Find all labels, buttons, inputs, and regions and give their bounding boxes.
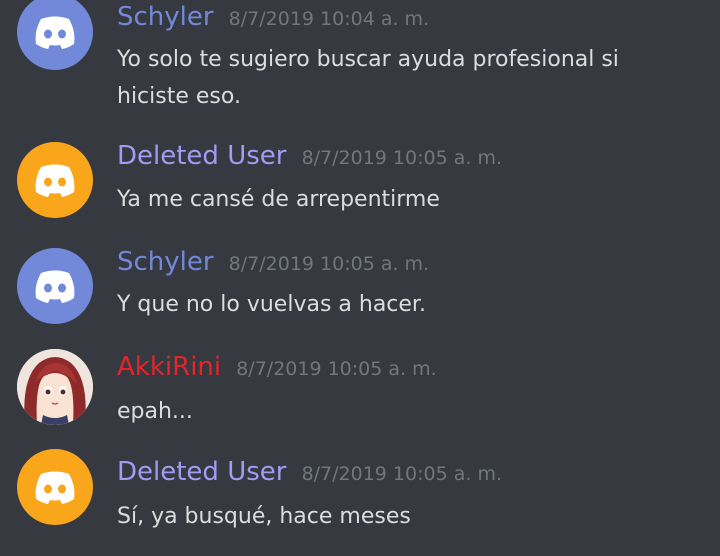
username[interactable]: Schyler xyxy=(117,247,214,277)
avatar[interactable] xyxy=(17,142,93,218)
timestamp: 8/7/2019 10:05 a. m. xyxy=(301,147,502,169)
message-header: Deleted User 8/7/2019 10:05 a. m. xyxy=(117,459,502,485)
timestamp: 8/7/2019 10:04 a. m. xyxy=(228,8,430,30)
timestamp: 8/7/2019 10:05 a. m. xyxy=(228,253,430,275)
username[interactable]: Schyler xyxy=(117,2,214,32)
message-text: Y que no lo vuelvas a hacer. xyxy=(117,292,426,317)
discord-logo-icon xyxy=(35,471,75,504)
message-header: AkkiRini 8/7/2019 10:05 a. m. xyxy=(117,354,437,380)
chat-message-list: Schyler 8/7/2019 10:04 a. m. Yo solo te … xyxy=(0,0,720,556)
message-item: Schyler 8/7/2019 10:04 a. m. Yo solo te … xyxy=(0,0,720,130)
avatar[interactable] xyxy=(17,349,93,425)
username[interactable]: Deleted User xyxy=(117,457,286,487)
message-text: Yo solo te sugiero buscar ayuda profesio… xyxy=(117,47,619,109)
discord-logo-icon xyxy=(35,164,75,197)
username[interactable]: Deleted User xyxy=(117,141,286,171)
message-item: AkkiRini 8/7/2019 10:05 a. m. epah... xyxy=(0,343,720,443)
message-header: Schyler 8/7/2019 10:04 a. m. xyxy=(117,4,429,30)
username[interactable]: AkkiRini xyxy=(117,352,221,382)
avatar[interactable] xyxy=(17,449,93,525)
message-item: Schyler 8/7/2019 10:05 a. m. Y que no lo… xyxy=(0,238,720,338)
discord-logo-icon xyxy=(35,16,75,49)
avatar[interactable] xyxy=(17,0,93,70)
anime-girl-avatar-icon xyxy=(17,349,93,425)
avatar[interactable] xyxy=(17,248,93,324)
message-text: Ya me cansé de arrepentirme xyxy=(117,187,440,212)
message-item: Deleted User 8/7/2019 10:05 a. m. Sí, ya… xyxy=(0,449,720,556)
timestamp: 8/7/2019 10:05 a. m. xyxy=(301,463,502,485)
message-header: Deleted User 8/7/2019 10:05 a. m. xyxy=(117,143,502,169)
message-item: Deleted User 8/7/2019 10:05 a. m. Ya me … xyxy=(0,133,720,233)
message-header: Schyler 8/7/2019 10:05 a. m. xyxy=(117,249,429,275)
timestamp: 8/7/2019 10:05 a. m. xyxy=(236,358,437,380)
discord-logo-icon xyxy=(35,270,75,303)
message-text: Sí, ya busqué, hace meses xyxy=(117,504,411,529)
message-text: epah... xyxy=(117,399,193,424)
